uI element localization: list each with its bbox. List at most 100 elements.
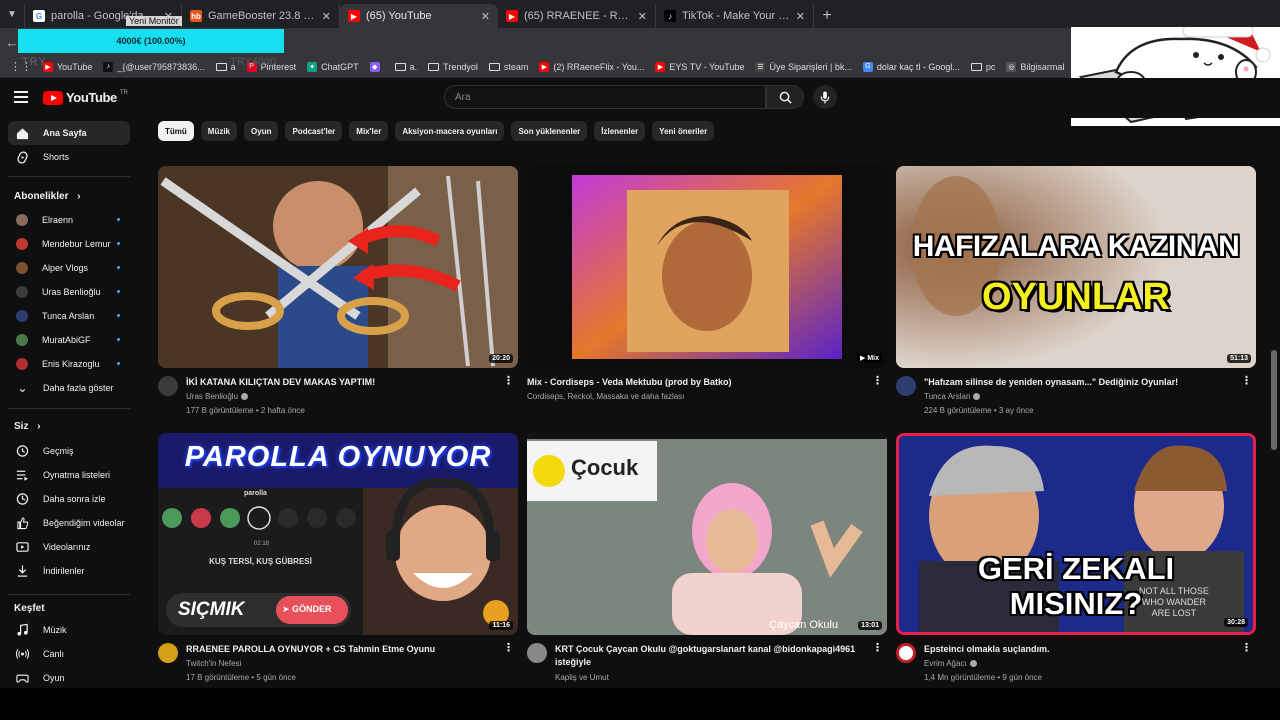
video-title[interactable]: "Hafızam silinse de yeniden oynasam..." … [924, 376, 1234, 389]
subscription-item[interactable]: Mendebur Lemur [8, 232, 130, 256]
subscription-item[interactable]: Enis Kirazoglu [8, 352, 130, 376]
video-thumbnail[interactable]: PAROLLA OYNUYOR parolla 02:18 KUŞ TERSİ,… [158, 433, 518, 635]
browser-tab[interactable]: ▶ (65) RRAENEE - REİS ANLADI, REİS ✕ [498, 4, 656, 28]
sidebar-item-playlist[interactable]: Oynatma listeleri [8, 463, 130, 487]
browser-tab-active[interactable]: ▶ (65) YouTube ✕ [340, 4, 498, 28]
bookmark-folder[interactable]: Trendyol [424, 62, 482, 72]
sidebar-item-live[interactable]: Canlı [8, 642, 130, 666]
bookmark-item[interactable]: ☰ Üye Siparişleri | bk... [751, 61, 855, 72]
video-title[interactable]: Epsteinci olmakla suçlandım. [924, 643, 1234, 656]
tab-close-icon[interactable]: ✕ [322, 10, 331, 23]
voice-search-button[interactable] [813, 85, 837, 109]
channel-name[interactable]: Twitch'in Nefesi [186, 659, 241, 668]
bookmark-item[interactable]: ▶ EYS TV - YouTube [651, 61, 748, 72]
tab-close-icon[interactable]: ✕ [638, 10, 647, 23]
channel-avatar[interactable] [158, 643, 178, 663]
youtube-logo[interactable]: YouTube TR [43, 90, 128, 105]
bookmark-folder[interactable]: steam [485, 62, 533, 72]
filter-chip[interactable]: Oyun [244, 121, 279, 141]
bookmark-folder[interactable]: pc [967, 62, 1000, 72]
filter-chip[interactable]: İzlenenler [594, 121, 646, 141]
bookmark-folder[interactable]: a. [391, 62, 422, 72]
search-input[interactable] [445, 86, 765, 108]
video-card[interactable]: HAFIZALARA KAZINAN OYUNLAR 51:13 "Hafıza… [896, 166, 1256, 428]
tab-search-button[interactable]: ▼ [0, 0, 24, 28]
video-card[interactable]: ▶ Mix Mix - Cordiseps - Veda Mektubu (pr… [527, 166, 887, 428]
video-card[interactable]: Çocuk Çaycan Okulu 13:01 KRT Çocuk Çayca… [527, 433, 887, 695]
subscription-item[interactable]: Alper Vlogs [8, 256, 130, 280]
mix-badge-label: Mix [867, 355, 879, 362]
bookmark-item[interactable]: Gdolar kaç tl - Googl... [859, 61, 964, 72]
video-thumbnail[interactable]: Çocuk Çaycan Okulu 13:01 [527, 433, 887, 635]
subscription-item[interactable]: MuratAbiGF [8, 328, 130, 352]
filter-chip[interactable]: Mix'ler [349, 121, 389, 141]
more-options-icon[interactable]: ⋮ [872, 643, 883, 654]
video-thumbnail[interactable]: GERİ ZEKALI MISINIZ? NOT ALL THOSE WHO W… [896, 433, 1256, 635]
bookmark-item[interactable]: ▶ YouTube [39, 61, 96, 72]
video-title[interactable]: KRT Çocuk Çaycan Okulu @goktugarslanart … [555, 643, 865, 669]
duration-badge: 30:28 [1224, 618, 1248, 627]
video-title[interactable]: Mix - Cordiseps - Veda Mektubu (prod by … [527, 376, 837, 389]
more-options-icon[interactable]: ⋮ [872, 376, 883, 387]
video-card[interactable]: GERİ ZEKALI MISINIZ? NOT ALL THOSE WHO W… [896, 433, 1256, 695]
subscription-item[interactable]: Elraenn [8, 208, 130, 232]
filter-chip[interactable]: Aksiyon-macera oyunları [395, 121, 505, 141]
video-card[interactable]: PAROLLA OYNUYOR parolla 02:18 KUŞ TERSİ,… [158, 433, 518, 695]
bookmark-item[interactable]: ◆ [366, 61, 388, 72]
bookmark-item[interactable]: ◎ Bilgisarmal [1002, 61, 1068, 72]
channel-avatar[interactable] [527, 643, 547, 663]
more-options-icon[interactable]: ⋮ [1241, 643, 1252, 654]
page-scrollbar[interactable] [1271, 350, 1277, 450]
channel-avatar[interactable] [896, 643, 916, 663]
sidebar-item-thumbs-up[interactable]: Beğendiğim videolar [8, 511, 130, 535]
channel-avatar[interactable] [158, 376, 178, 396]
you-heading[interactable]: Siz › [14, 421, 41, 432]
tab-close-icon[interactable]: ✕ [796, 10, 805, 23]
video-thumbnail[interactable]: 20:20 [158, 166, 518, 368]
hamburger-menu-icon[interactable] [14, 91, 28, 103]
more-options-icon[interactable]: ⋮ [1241, 376, 1252, 387]
filter-chip[interactable]: Yeni öneriler [652, 121, 715, 141]
bookmark-favicon-icon: ✦ [307, 61, 318, 72]
video-card[interactable]: 20:20 İKİ KATANA KILIÇTAN DEV MAKAS YAPT… [158, 166, 518, 428]
sidebar-item-home[interactable]: Ana Sayfa [8, 121, 130, 145]
video-title[interactable]: İKİ KATANA KILIÇTAN DEV MAKAS YAPTIM! [186, 376, 496, 389]
subscription-item[interactable]: Uras Benlioğlu [8, 280, 130, 304]
sidebar-item-your-videos[interactable]: Videolarınız [8, 535, 130, 559]
browser-tab[interactable]: hb GameBooster 23.8 GB-2420FF FPS ✕ [182, 4, 340, 28]
subscription-item[interactable]: Tunca Arslan [8, 304, 130, 328]
filter-chip[interactable]: Son yüklenenler [511, 121, 588, 141]
video-thumbnail[interactable]: ▶ Mix [527, 166, 887, 368]
bookmark-item[interactable]: ▶ (2) RRaeneFlix - You... [535, 61, 648, 72]
show-more-button[interactable]: ⌄ Daha fazla göster [8, 376, 130, 400]
sidebar-item-music[interactable]: Müzik [8, 618, 130, 642]
subscription-label: Uras Benlioğlu [42, 287, 101, 297]
browser-tab[interactable]: ♪ TikTok - Make Your Day ✕ [656, 4, 814, 28]
sidebar-item-history[interactable]: Geçmiş [8, 439, 130, 463]
video-title[interactable]: RRAENEE PAROLLA OYNUYOR + CS Tahmin Etme… [186, 643, 496, 656]
bookmark-favicon-icon: G [862, 61, 873, 72]
filter-chip[interactable]: Tümü [158, 121, 194, 141]
sidebar-item-shorts[interactable]: Shorts [8, 145, 130, 169]
filter-chip[interactable]: Podcast'ler [285, 121, 343, 141]
channel-avatar[interactable] [896, 376, 916, 396]
subscriptions-heading[interactable]: Abonelikler › [14, 191, 81, 202]
channel-name[interactable]: Uras Benlioğlu [186, 392, 249, 401]
channel-name[interactable]: Tunca Arslan [924, 392, 981, 401]
tab-close-icon[interactable]: ✕ [481, 10, 490, 23]
search-button[interactable] [766, 85, 804, 109]
more-options-icon[interactable]: ⋮ [503, 643, 514, 654]
sidebar-item-download[interactable]: İndirilenler [8, 559, 130, 583]
bookmark-item[interactable]: ♪ _{@user795873836... [99, 61, 208, 72]
thumbnail-timer: 02:18 [254, 541, 270, 547]
folder-icon [488, 62, 500, 71]
filter-chip[interactable]: Müzik [200, 121, 238, 141]
bookmark-item[interactable]: ✦ ChatGPT [303, 61, 363, 72]
sidebar-item-gaming[interactable]: Oyun [8, 666, 130, 690]
new-tab-button[interactable]: + [814, 4, 840, 28]
sidebar-item-clock[interactable]: Daha sonra izle [8, 487, 130, 511]
more-options-icon[interactable]: ⋮ [503, 376, 514, 387]
channel-name[interactable]: Evrim Ağacı [924, 659, 977, 668]
channel-name[interactable]: Kapliş ve Umut [555, 673, 609, 682]
video-thumbnail[interactable]: HAFIZALARA KAZINAN OYUNLAR 51:13 [896, 166, 1256, 368]
